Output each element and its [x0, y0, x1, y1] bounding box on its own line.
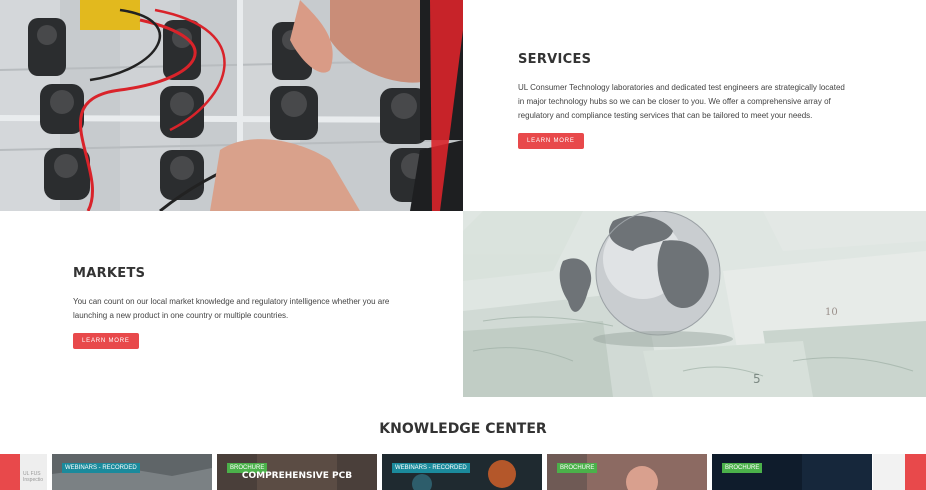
knowledge-center-title: KNOWLEDGE CENTER [379, 421, 547, 437]
markets-description: You can count on our local market knowle… [73, 297, 390, 320]
services-learn-more-button[interactable]: LEARN MORE [518, 133, 584, 149]
knowledge-card[interactable]: BROCHURE [547, 454, 707, 490]
markets-image: 10 5 [463, 211, 926, 397]
markets-section: MARKETS You can count on our local marke… [73, 266, 418, 349]
knowledge-card[interactable]: BROCHURE [712, 454, 872, 490]
card-category-tag: BROCHURE [557, 463, 598, 473]
knowledge-card[interactable]: BROCHURE COMPREHENSIVE PCB [217, 454, 377, 490]
page: SERVICES UL Consumer Technology laborato… [0, 0, 926, 490]
markets-learn-more-button[interactable]: LEARN MORE [73, 333, 139, 349]
partial-card-text: UL FUS Inspectio [23, 471, 44, 483]
card-title: COMPREHENSIVE PCB [241, 471, 353, 481]
svg-text:10: 10 [825, 307, 838, 318]
knowledge-card[interactable]: WEBINARS - RECORDED [52, 454, 212, 490]
services-title: SERVICES [518, 52, 592, 67]
services-image [0, 0, 463, 211]
knowledge-card[interactable]: WEBINARS - RECORDED [382, 454, 542, 490]
markets-title: MARKETS [73, 266, 146, 281]
carousel-next-button[interactable] [905, 454, 926, 490]
services-description: UL Consumer Technology laboratories and … [518, 83, 845, 120]
carousel-partial-card-left[interactable]: UL FUS Inspectio [20, 454, 47, 490]
card-category-tag: WEBINARS - RECORDED [62, 463, 140, 473]
card-category-tag: WEBINARS - RECORDED [392, 463, 470, 473]
card-category-tag: BROCHURE [722, 463, 763, 473]
carousel-prev-button[interactable] [0, 454, 20, 490]
services-section: SERVICES UL Consumer Technology laborato… [518, 52, 853, 149]
knowledge-carousel: UL FUS Inspectio WEBINARS - RECORDED BRO… [0, 454, 926, 490]
carousel-partial-card-right[interactable] [873, 454, 905, 490]
svg-text:5: 5 [753, 372, 761, 386]
